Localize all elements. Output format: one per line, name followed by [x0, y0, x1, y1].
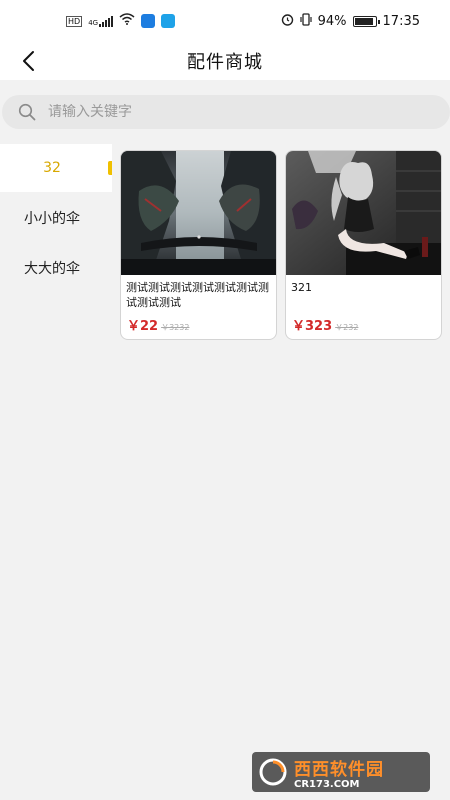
- watermark-logo-icon: [259, 758, 287, 786]
- title-bar: 配件商城: [0, 42, 450, 80]
- watermark-site: CR173.COM: [294, 778, 360, 790]
- watermark-text: 西西软件园: [294, 759, 384, 780]
- battery-icon: [352, 15, 380, 27]
- search-bar-area: [0, 80, 450, 144]
- watermark-text-group: 西西软件园 CR173.COM: [294, 755, 384, 790]
- page-title: 配件商城: [187, 52, 263, 73]
- back-button[interactable]: [16, 48, 40, 74]
- search-input[interactable]: [48, 104, 408, 120]
- network-type: 4G: [88, 18, 99, 27]
- app-notification-icon: [141, 14, 156, 28]
- product-card[interactable]: 321 ￥323 ￥232: [285, 150, 442, 340]
- wifi-icon: [119, 13, 135, 29]
- category-label: 小小的伞: [24, 211, 80, 227]
- product-image: [286, 151, 441, 275]
- clock: 17:35: [382, 13, 420, 29]
- category-item-small-umbrella[interactable]: 小小的伞: [0, 194, 112, 242]
- category-sidebar: 32 小小的伞 大大的伞: [0, 144, 112, 800]
- product-name: 测试测试测试测试测试测试测试测试测试: [126, 281, 269, 309]
- search-app-notification-icon: [161, 14, 176, 28]
- category-item-big-umbrella[interactable]: 大大的伞: [0, 244, 112, 292]
- category-item-32[interactable]: 32: [0, 144, 112, 192]
- search-box[interactable]: [2, 95, 450, 129]
- status-bar: HD 4G 94% 17:35: [0, 0, 450, 42]
- battery-percent: 94%: [317, 13, 347, 29]
- watermark: 西西软件园 CR173.COM: [252, 752, 430, 792]
- product-name: 321: [291, 281, 312, 294]
- product-grid: 测试测试测试测试测试测试测试测试测试 ￥22 ￥3232 321 ￥323 ￥2…: [120, 150, 442, 340]
- original-price: ￥3232: [161, 323, 190, 332]
- category-label: 大大的伞: [24, 261, 80, 277]
- product-panel: 测试测试测试测试测试测试测试测试测试 ￥22 ￥3232 321 ￥323 ￥2…: [112, 144, 450, 800]
- category-label: 32: [43, 160, 61, 176]
- screen: HD 4G 94% 17:35 配件商城 请输入关键字 32 小小的伞 大大的伞…: [0, 0, 450, 800]
- signal-icon: 4G: [88, 15, 114, 27]
- hd-badge: HD: [66, 15, 83, 27]
- status-left: HD 4G: [66, 13, 176, 29]
- chevron-left-icon: [23, 51, 34, 71]
- category-list: 32 小小的伞 大大的伞: [0, 144, 112, 292]
- current-price: ￥323: [292, 319, 333, 334]
- alarm-icon: [281, 13, 294, 30]
- product-price: ￥22 ￥3232: [127, 315, 189, 334]
- status-right: 94% 17:35: [281, 12, 420, 30]
- product-image: [121, 151, 276, 275]
- original-price: ￥232: [335, 323, 359, 332]
- product-price: ￥323 ￥232: [292, 315, 358, 334]
- vibrate-icon: [300, 12, 312, 30]
- current-price: ￥22: [127, 319, 159, 334]
- search-icon: [18, 103, 36, 121]
- product-card[interactable]: 测试测试测试测试测试测试测试测试测试 ￥22 ￥3232: [120, 150, 277, 340]
- battery-fill: [354, 17, 374, 25]
- content-area: 32 小小的伞 大大的伞 测试测试测试测试测试测试测试测试测试 ￥22 ￥323…: [0, 144, 450, 800]
